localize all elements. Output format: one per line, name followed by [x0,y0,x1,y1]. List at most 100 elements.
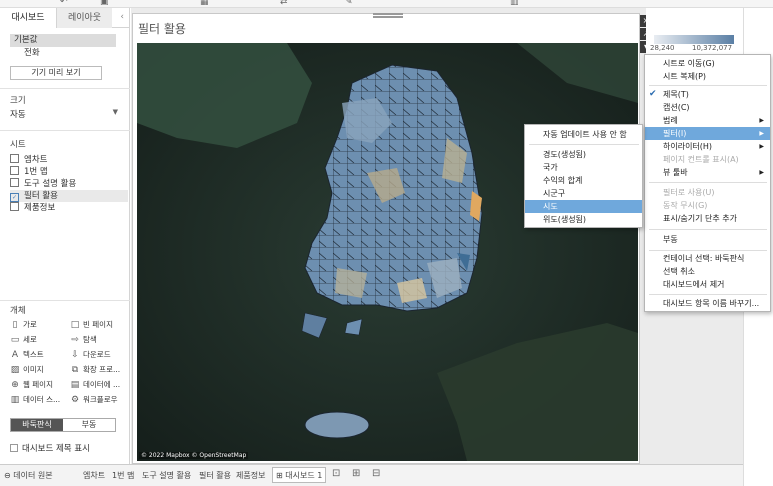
floating-button[interactable]: 부동 [63,419,115,431]
menu-item-highlighter[interactable]: 하이라이터(H) ▶ [645,140,770,153]
device-default[interactable]: 기본값 [10,34,116,47]
object-ask-data[interactable]: ▤ 데이터에 ... [70,379,120,390]
sheet-tab[interactable]: 1번 맵 [112,468,134,484]
sheet-item[interactable]: 엠차트 [10,154,128,166]
jeju-island [304,411,370,439]
object-download[interactable]: ⇩ 다운로드 [70,349,111,360]
menu-item-remove[interactable]: 대시보드에서 제거 [645,278,770,291]
sheet-tab-active[interactable]: ⊞ 대시보드 1 [272,467,327,483]
object-label: 텍스트 [23,350,44,359]
object-workflow[interactable]: ⚙ 워크플로우 [70,394,118,405]
sheet-label: 1번 맵 [24,167,48,177]
menu-separator [649,250,767,251]
collapse-icon[interactable]: ‹ [120,12,124,22]
menu-item-duplicate-sheet[interactable]: 시트 복제(P) [645,70,770,83]
menu-item-title[interactable]: ✔ 제목(T) [645,88,770,101]
size-value: 자동 [10,110,26,120]
object-extension[interactable]: ⧉ 확장 프로... [70,364,120,375]
menu-item-add-show-hide[interactable]: 표시/숨기기 단추 추가 [645,212,770,225]
submenu-item-district[interactable]: 시군구 [525,187,642,200]
object-label: 세로 [23,335,37,344]
new-story-icon[interactable]: ⊟ [372,468,380,479]
size-section-title: 크기 [10,96,26,106]
sheet-zone[interactable]: 필터 활용 © 2022 Mapbox © OpenStreetMap [132,13,640,464]
tab-dashboard[interactable]: 대시보드 [0,8,56,28]
sheet-tab[interactable]: 필터 활용 [199,468,231,484]
submenu-arrow-icon: ▶ [759,117,764,124]
active-tab-label: 대시보드 1 [285,471,323,480]
divider [0,88,130,89]
submenu-item-auto-update[interactable]: 자동 업데이트 사용 안 함 [525,128,642,141]
sheet-item[interactable]: 도구 설명 활용 [10,178,128,190]
submenu-item-country[interactable]: 국가 [525,161,642,174]
dashboard-sidebar: 대시보드 레이아웃 ‹ 기본값 전화 기기 미리 보기 크기 자동 ▼ 시트 엠… [0,8,130,464]
submenu-item-longitude[interactable]: 경도(생성됨) [525,148,642,161]
save-icon[interactable]: ▣ [100,0,109,7]
device-phone[interactable]: 전화 [10,47,116,60]
drag-handle[interactable] [373,13,403,18]
submenu-item-province[interactable]: 시도 [525,200,642,213]
region-highlight [335,268,367,298]
device-preview-button[interactable]: 기기 미리 보기 [10,66,102,80]
sheet-item-selected[interactable]: ✓ 필터 활용 [10,190,128,202]
sheet-icon [10,166,19,175]
object-data-story[interactable]: ▥ 데이터 스... [10,394,60,405]
menu-item-floating[interactable]: 부동 [645,233,770,246]
object-blank[interactable]: □ 빈 페이지 [70,319,113,330]
object-web-page[interactable]: ⊕ 웹 페이지 [10,379,53,390]
object-label: 빈 페이지 [83,320,113,329]
object-label: 다운로드 [83,350,111,359]
sheet-item[interactable]: 1번 맵 [10,166,128,178]
legend-max-value: 10,372,077 [692,44,733,52]
menu-item-legend[interactable]: 범례 ▶ [645,114,770,127]
show-title-checkbox[interactable]: 대시보드 제목 표시 [10,442,90,454]
chart-icon[interactable]: ▥ [510,0,519,7]
menu-item-filter[interactable]: 필터(I) ▶ [645,127,770,140]
blank-icon: □ [70,320,80,330]
sheet-tab[interactable]: 도구 설명 활용 [142,468,191,484]
download-icon: ⇩ [71,350,79,360]
object-image[interactable]: ▨ 이미지 [10,364,44,375]
submenu-item-latitude[interactable]: 위도(생성됨) [525,213,642,226]
layout-mode-toggle: 바둑판식 부동 [10,418,116,432]
ask-data-icon: ▤ [70,380,80,390]
legend-gradient [654,35,734,44]
object-navigation[interactable]: ⇨ 탐색 [70,334,97,345]
object-vertical[interactable]: ▭ 세로 [10,334,37,345]
highlight-icon[interactable]: ✎ [345,0,353,7]
image-icon: ▨ [10,365,20,375]
menu-item-rename[interactable]: 대시보드 항목 이름 바꾸기... [645,297,770,310]
sheet-icon [10,202,19,211]
menu-item-deselect[interactable]: 선택 취소 [645,265,770,278]
object-label: 데이터 스... [23,395,61,404]
menu-item-view-toolbar[interactable]: 뷰 툴바 ▶ [645,166,770,179]
object-label: 웹 페이지 [23,380,53,389]
new-sheet-icon[interactable]: ▦ [200,0,209,7]
sheet-tab[interactable]: 엠차트 [83,468,105,484]
object-text[interactable]: A 텍스트 [10,349,44,360]
sheet-label: 도구 설명 활용 [24,179,77,189]
size-dropdown[interactable]: 자동 ▼ [10,108,118,121]
new-dashboard-icon[interactable]: ⊞ [352,468,360,479]
globe-icon: ⊕ [11,380,19,390]
horizontal-icon: ▯ [12,320,18,330]
menu-item-label: 뷰 툴바 [663,168,688,177]
checkbox-icon [10,444,18,452]
menu-separator [529,144,639,145]
tab-layout[interactable]: 레이아웃 [56,8,112,28]
menu-item-select-container[interactable]: 컨테이너 선택: 바둑판식 [645,252,770,265]
swap-icon[interactable]: ⇄ [280,0,288,7]
tiled-button[interactable]: 바둑판식 [11,419,63,431]
sheet-tab[interactable]: 제품정보 [236,468,265,484]
sheet-item[interactable]: 제품정보 [10,202,128,214]
map-view[interactable]: © 2022 Mapbox © OpenStreetMap [137,43,638,461]
data-source-tab[interactable]: ⊖ 데이터 원본 [4,468,53,484]
menu-item-caption[interactable]: 캡션(C) [645,101,770,114]
object-horizontal[interactable]: ▯ 가로 [10,319,37,330]
new-worksheet-icon[interactable]: ⊡ [332,468,340,479]
object-label: 이미지 [23,365,44,374]
menu-item-go-to-sheet[interactable]: 시트로 이동(G) [645,57,770,70]
sheet-icon [10,178,19,187]
submenu-item-profit-sum[interactable]: 수익의 합계 [525,174,642,187]
undo-icon[interactable]: ↶ [60,0,68,7]
